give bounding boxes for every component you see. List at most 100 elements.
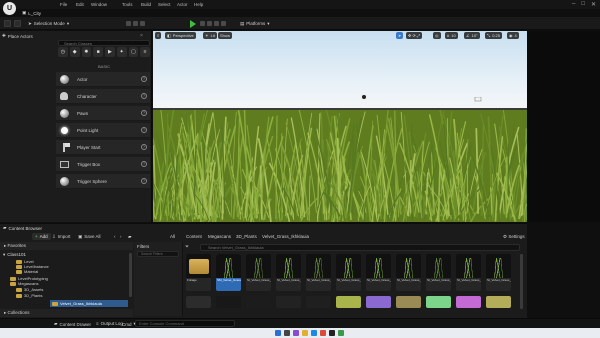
info-icon[interactable]: ? (141, 76, 147, 82)
asset-tile[interactable]: SI_Velvet_Grass_Ikhklauia_Var1 (246, 254, 271, 291)
shapes-icon[interactable]: ■ (93, 47, 103, 57)
select-tool-icon[interactable]: ➤ (396, 32, 404, 39)
blueprints-icon[interactable] (126, 19, 145, 28)
app-icon[interactable] (293, 330, 299, 336)
close-icon[interactable]: × (140, 33, 143, 39)
cmd-dropdown[interactable]: Cmd ▾ (122, 321, 136, 327)
selection-mode-dropdown[interactable]: ➤ Selection Mode ▾ (28, 19, 69, 28)
asset-tile[interactable] (486, 296, 511, 308)
player-start-icon[interactable] (473, 97, 483, 105)
info-icon[interactable]: ? (141, 110, 147, 116)
viewport-menu-button[interactable]: ≡ (155, 32, 162, 39)
menu-window[interactable]: Window (91, 2, 107, 7)
asset-tile[interactable] (276, 296, 301, 308)
content-drawer-button[interactable]: ▰ Content Drawer (54, 321, 91, 327)
app-icon[interactable] (320, 330, 326, 336)
info-icon[interactable]: ? (141, 93, 147, 99)
asset-grid-scrollbar[interactable] (520, 254, 523, 309)
save-icon[interactable] (4, 19, 11, 28)
camera-speed-button[interactable]: ◉ 4 (507, 32, 519, 39)
console-command-input[interactable]: Enter Console Command (135, 320, 235, 327)
collections-header[interactable]: ▸ Collections (0, 309, 133, 317)
asset-tile[interactable]: SI_Velvet_Grass_Ikhklauia_Var5_LOD0 (366, 254, 391, 291)
tree-item-velvet-grass[interactable]: Velvet_Grass_Ikhklauia (52, 301, 102, 306)
menu-select[interactable]: Select (158, 2, 171, 7)
sun-gizmo-icon[interactable] (361, 94, 367, 100)
actor-item-character[interactable]: Character ? (56, 89, 150, 104)
tree-item-3d-assets[interactable]: 3D_Assets (16, 287, 43, 292)
menu-actor[interactable]: Actor (177, 2, 188, 7)
browser-icon[interactable] (311, 330, 317, 336)
folder-icon[interactable] (302, 330, 308, 336)
volumes-icon[interactable]: ▢ (128, 47, 139, 57)
breadcrumb-velvet-grass[interactable]: Velvet_Grass_Ikhklauia (262, 234, 309, 239)
breadcrumb-3d-plants[interactable]: 3D_Plants (236, 234, 257, 239)
search-icon[interactable] (284, 330, 290, 336)
tree-scrollbar[interactable] (129, 253, 132, 297)
asset-tile[interactable]: SI_Velvet_Grass_Ikhklauia_Var9_LOD0 (486, 254, 511, 291)
menu-help[interactable]: Help (194, 2, 203, 7)
scale-snap-button[interactable]: ⤡ 0.25 (485, 32, 502, 39)
tree-item-megascans[interactable]: Megascans (10, 281, 38, 286)
menu-build[interactable]: Build (141, 2, 151, 7)
asset-tile[interactable] (186, 296, 211, 308)
output-log-button[interactable]: ≡ Output Log (96, 321, 123, 326)
grid-snap-button[interactable]: # 10 (445, 32, 458, 39)
menu-edit[interactable]: Edit (76, 2, 84, 7)
asset-tile[interactable] (396, 296, 421, 308)
asset-tile[interactable] (246, 296, 271, 308)
unreal-icon[interactable] (329, 330, 335, 336)
asset-tile[interactable]: SI_Velvet_Grass_Ikhklauia_Var2_LOD0 (276, 254, 301, 291)
lights-icon[interactable]: ✹ (81, 47, 92, 57)
asset-tile[interactable] (216, 296, 241, 308)
asset-search-input[interactable]: Search Velvet_Grass_Ikhklauia (200, 244, 520, 251)
tree-item-material[interactable]: Material (16, 269, 38, 274)
info-icon[interactable]: ? (141, 178, 147, 184)
actor-item-player-start[interactable]: Player Start ? (56, 140, 150, 155)
level-viewport[interactable]: ≡ ◧ Perspective ☀ Lit Show ➤ ✥ ⟳ ⤢ ◎ # 1… (153, 31, 527, 222)
asset-tile[interactable]: SI_Velvet_Grass_Ikhklauia_Var4_LOD0 (336, 254, 361, 291)
show-button[interactable]: Show (218, 32, 233, 39)
breadcrumb-all[interactable]: All (170, 234, 175, 239)
search-classes-input[interactable]: Search Classes (58, 40, 150, 46)
project-tab[interactable]: ▣ L_City (22, 10, 41, 16)
cinematic-icon[interactable]: ▶ (105, 47, 115, 57)
actor-item-point-light[interactable]: Point Light ? (56, 123, 150, 138)
asset-tile[interactable] (306, 296, 331, 308)
lit-button[interactable]: ☀ Lit (203, 32, 217, 39)
filters-search-input[interactable]: Search Filters (137, 251, 179, 257)
back-icon[interactable]: ‹ (114, 234, 116, 239)
actor-item-actor[interactable]: Actor ? (56, 72, 150, 87)
import-button[interactable]: ⇩ Import (52, 233, 71, 240)
angle-snap-button[interactable]: ∠ 10° (464, 32, 480, 39)
actor-item-trigger-sphere[interactable]: Trigger Sphere ? (56, 174, 150, 189)
settings-button[interactable]: ⚙ Settings (503, 234, 525, 240)
platforms-dropdown[interactable]: ▤ Platforms ▾ (240, 19, 270, 28)
info-icon[interactable]: ? (141, 144, 147, 150)
asset-tile[interactable]: SI_Velvet_Grass_Ikhklauia_Var6_LOD0 (396, 254, 421, 291)
all-classes-icon[interactable]: ≡ (140, 47, 150, 57)
asset-tile[interactable]: SM_Velvet_Grass_Ikhklauia_Var1 (216, 254, 241, 291)
filter-icon[interactable]: ⏷ (185, 244, 189, 250)
unreal-logo-icon[interactable]: U (3, 2, 16, 15)
tree-item-3d-plants[interactable]: 3D_Plants (16, 293, 42, 298)
menu-tools[interactable]: Tools (122, 2, 133, 7)
save-all-button[interactable]: ▣ Save All (78, 233, 101, 240)
play-button[interactable] (190, 19, 196, 28)
play-controls[interactable] (200, 19, 226, 28)
transform-tools[interactable]: ✥ ⟳ ⤢ (406, 32, 423, 39)
actor-item-pawn[interactable]: Pawn ? (56, 106, 150, 121)
recent-icon[interactable]: ◷ (58, 47, 68, 57)
asset-tile[interactable] (366, 296, 391, 308)
breadcrumb-content[interactable]: Content (186, 234, 202, 239)
asset-tile[interactable] (336, 296, 361, 308)
asset-tile[interactable] (456, 296, 481, 308)
content-icon[interactable] (14, 19, 21, 28)
basic-icon[interactable]: ◆ (69, 47, 80, 57)
minimize-icon[interactable]: – (572, 1, 575, 8)
actor-item-trigger-box[interactable]: Trigger Box ? (56, 157, 150, 172)
breadcrumb-megascans[interactable]: Megascans (208, 234, 231, 239)
asset-tile[interactable]: SI_Velvet_Grass_Ikhklauia_Var3_LOD0 (306, 254, 331, 291)
asset-tile[interactable]: SI_Velvet_Grass_Ikhklauia_Var7_LOD0 (426, 254, 451, 291)
add-button[interactable]: + Add (32, 233, 51, 240)
